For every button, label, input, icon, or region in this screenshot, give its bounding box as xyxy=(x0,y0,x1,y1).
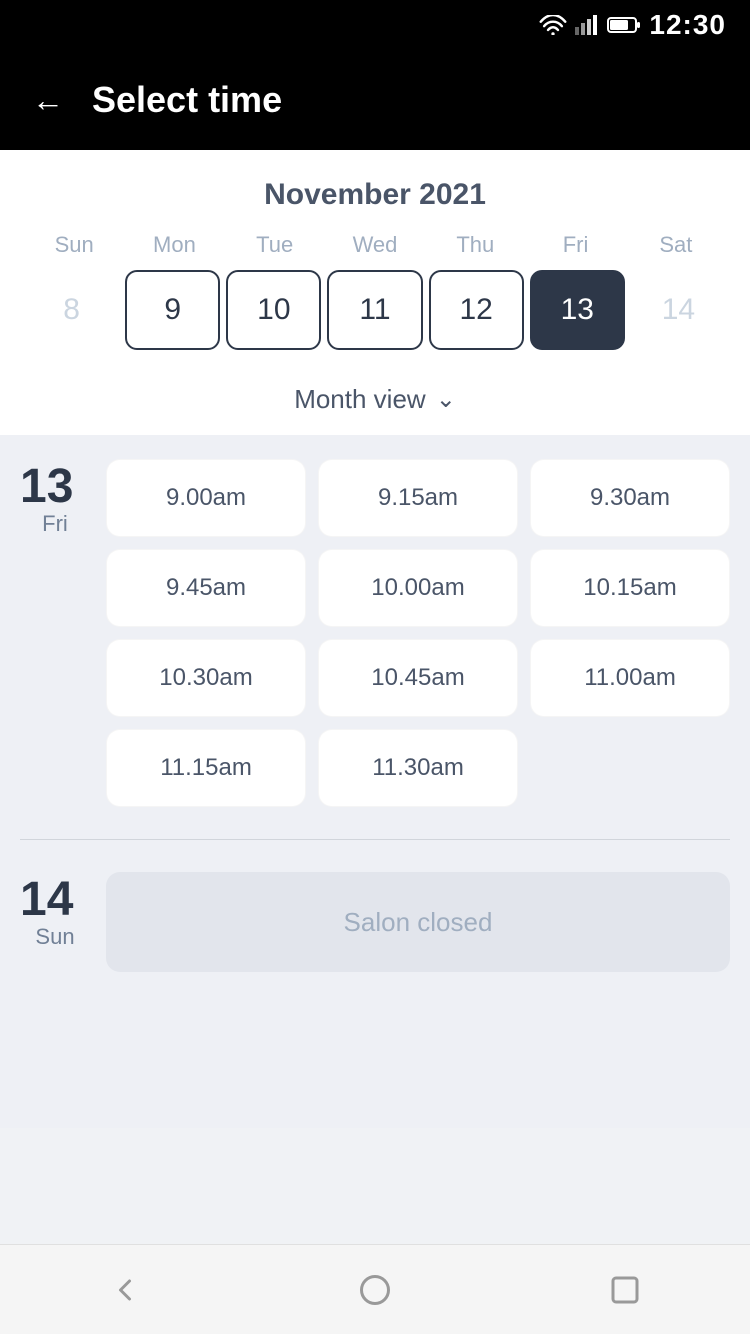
weekday-sat: Sat xyxy=(626,232,726,258)
day-14-name: Sun xyxy=(20,924,90,950)
slot-9-00am[interactable]: 9.00am xyxy=(106,459,306,537)
home-nav-icon xyxy=(357,1272,393,1308)
day-13-name: Fri xyxy=(20,511,90,537)
day-14-closed-block: Salon closed xyxy=(106,872,730,972)
salon-closed-box: Salon closed xyxy=(106,872,730,972)
nav-back-button[interactable] xyxy=(95,1260,155,1320)
day-13-block: 13 Fri 9.00am 9.15am 9.30am 9.45am 10.00… xyxy=(20,459,730,807)
slot-10-00am[interactable]: 10.00am xyxy=(318,549,518,627)
bottom-nav xyxy=(0,1244,750,1334)
slot-9-45am[interactable]: 9.45am xyxy=(106,549,306,627)
status-bar: 12:30 xyxy=(0,0,750,50)
day-divider xyxy=(20,839,730,840)
wifi-icon xyxy=(539,15,567,35)
date-13[interactable]: 13 xyxy=(530,270,625,350)
weekday-mon: Mon xyxy=(124,232,224,258)
month-label: November 2021 xyxy=(24,178,726,212)
month-view-label: Month view xyxy=(294,384,426,415)
date-10[interactable]: 10 xyxy=(226,270,321,350)
date-14[interactable]: 14 xyxy=(631,270,726,350)
weekday-fri: Fri xyxy=(525,232,625,258)
nav-recents-button[interactable] xyxy=(595,1260,655,1320)
calendar-section: November 2021 Sun Mon Tue Wed Thu Fri Sa… xyxy=(0,150,750,435)
salon-closed-text: Salon closed xyxy=(344,907,493,938)
weekday-thu: Thu xyxy=(425,232,525,258)
date-12[interactable]: 12 xyxy=(429,270,524,350)
header: ← Select time xyxy=(0,50,750,150)
date-9[interactable]: 9 xyxy=(125,270,220,350)
battery-icon xyxy=(607,15,641,35)
weekday-wed: Wed xyxy=(325,232,425,258)
day-13-slots: 9.00am 9.15am 9.30am 9.45am 10.00am 10.1… xyxy=(106,459,730,807)
weekday-row: Sun Mon Tue Wed Thu Fri Sat xyxy=(24,232,726,258)
day-13-number: 13 xyxy=(20,463,90,511)
slot-10-15am[interactable]: 10.15am xyxy=(530,549,730,627)
chevron-down-icon: ⌄ xyxy=(436,385,456,414)
slot-9-30am[interactable]: 9.30am xyxy=(530,459,730,537)
dates-row: 8 9 10 11 12 13 14 xyxy=(24,270,726,350)
weekday-sun: Sun xyxy=(24,232,124,258)
month-view-toggle[interactable]: Month view ⌄ xyxy=(24,370,726,435)
slot-11-00am[interactable]: 11.00am xyxy=(530,639,730,717)
day-13-info: 13 Fri xyxy=(20,459,90,537)
signal-icon xyxy=(575,15,599,35)
nav-home-button[interactable] xyxy=(345,1260,405,1320)
slot-11-15am[interactable]: 11.15am xyxy=(106,729,306,807)
slot-11-30am[interactable]: 11.30am xyxy=(318,729,518,807)
slot-9-15am[interactable]: 9.15am xyxy=(318,459,518,537)
date-11[interactable]: 11 xyxy=(327,270,422,350)
day-14-block: 14 Sun Salon closed xyxy=(20,872,730,972)
slot-10-30am[interactable]: 10.30am xyxy=(106,639,306,717)
recents-nav-icon xyxy=(607,1272,643,1308)
day-14-number: 14 xyxy=(20,876,90,924)
page-title: Select time xyxy=(92,79,282,121)
back-button[interactable]: ← xyxy=(32,82,64,119)
weekday-tue: Tue xyxy=(225,232,325,258)
day-14-info: 14 Sun xyxy=(20,872,90,950)
timeslots-section: 13 Fri 9.00am 9.15am 9.30am 9.45am 10.00… xyxy=(0,435,750,1128)
status-time: 12:30 xyxy=(649,9,726,41)
slot-10-45am[interactable]: 10.45am xyxy=(318,639,518,717)
date-8[interactable]: 8 xyxy=(24,270,119,350)
back-nav-icon xyxy=(107,1272,143,1308)
status-icons: 12:30 xyxy=(539,9,726,41)
